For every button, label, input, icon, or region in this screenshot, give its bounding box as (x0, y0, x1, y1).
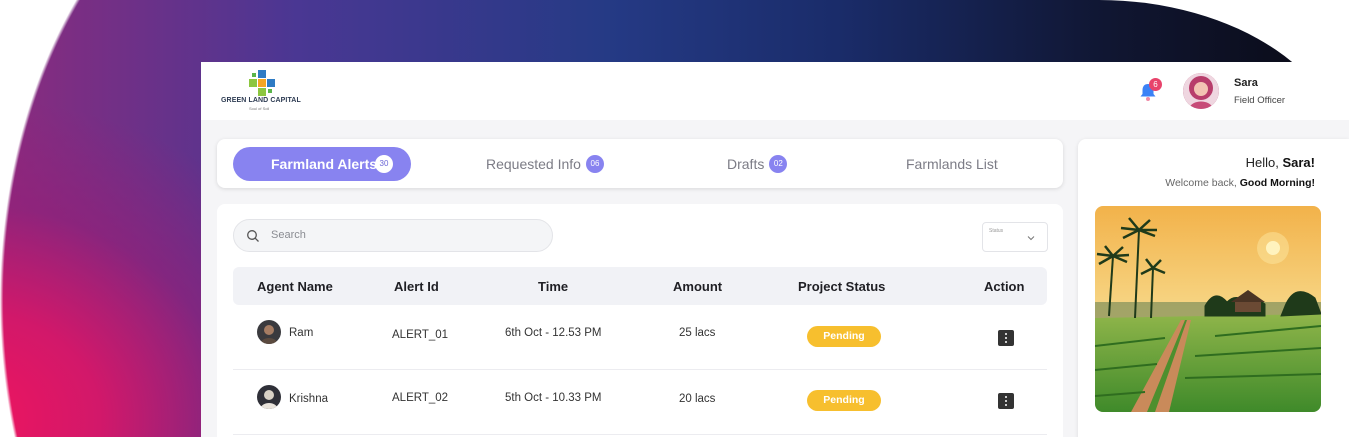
tab-count-badge: 30 (375, 155, 393, 173)
search-input[interactable]: Search (233, 219, 553, 252)
tab-label: Drafts (727, 156, 765, 172)
user-role: Field Officer (1234, 95, 1286, 106)
status-filter-select[interactable]: Status (982, 222, 1048, 252)
greeting-user-name: Sara! (1282, 155, 1315, 170)
farmland-landscape-image (1095, 206, 1321, 412)
brand-name: GREEN LAND CAPITAL (221, 97, 301, 104)
logo-mark-icon (249, 70, 275, 96)
status-badge: Pending (807, 390, 881, 411)
tab-farmlands-list[interactable]: Farmlands List (906, 147, 998, 181)
user-avatar[interactable] (1183, 73, 1219, 109)
alert-time: 6th Oct - 12.53 PM (505, 327, 602, 339)
agent-avatar-image (257, 385, 281, 409)
greeting-card: Hello, Sara! Welcome back, Good Morning! (1078, 139, 1349, 437)
tab-bar: Farmland Alerts 30 Requested Info 06 Dra… (217, 139, 1063, 188)
status-filter-label: Status (989, 228, 1004, 234)
alerts-panel: Search Status Agent Name Alert Id Time A… (217, 204, 1063, 437)
tab-count-badge: 02 (769, 155, 788, 173)
table-row[interactable]: Ram ALERT_01 6th Oct - 12.53 PM 25 lacs … (233, 305, 1047, 370)
agent-avatar (257, 320, 281, 344)
agent-name: Ram (289, 327, 314, 339)
tab-requested-info[interactable]: Requested Info 06 (486, 147, 604, 181)
agent-avatar (257, 385, 281, 409)
user-name: Sara (1234, 77, 1258, 89)
top-bar: GREEN LAND CAPITAL Soul of Soil 6 Sara F… (201, 62, 1349, 120)
alert-id: ALERT_01 (392, 329, 449, 341)
more-actions-icon[interactable] (998, 330, 1014, 346)
app-window: GREEN LAND CAPITAL Soul of Soil 6 Sara F… (201, 62, 1349, 437)
alert-amount: 20 lacs (679, 393, 716, 405)
brand-logo[interactable]: GREEN LAND CAPITAL Soul of Soil (221, 70, 311, 112)
notification-badge: 6 (1149, 78, 1162, 91)
greeting-welcome-text: Welcome back, (1165, 177, 1237, 189)
search-placeholder: Search (271, 229, 306, 241)
greeting-hello-text: Hello, (1245, 155, 1279, 170)
column-header-amount[interactable]: Amount (673, 279, 722, 294)
column-header-alert-id[interactable]: Alert Id (394, 279, 439, 294)
chevron-down-icon (1027, 236, 1035, 241)
column-header-action[interactable]: Action (984, 279, 1024, 294)
tab-label: Requested Info (486, 156, 581, 172)
agent-name: Krishna (289, 393, 328, 405)
tab-drafts[interactable]: Drafts 02 (727, 147, 788, 181)
greeting-welcome: Welcome back, Good Morning! (1165, 177, 1315, 189)
table-header: Agent Name Alert Id Time Amount Project … (233, 267, 1047, 305)
alert-id: ALERT_02 (392, 392, 449, 404)
agent-avatar-image (257, 320, 281, 344)
more-actions-icon[interactable] (998, 393, 1014, 409)
tab-label: Farmlands List (906, 156, 998, 172)
tab-count-badge: 06 (585, 155, 604, 173)
greeting-time-of-day: Good Morning! (1239, 177, 1315, 189)
greeting-hello: Hello, Sara! (1246, 155, 1315, 170)
farmland-illustration (1095, 206, 1321, 412)
table-row[interactable]: Krishna ALERT_02 5th Oct - 10.33 PM 20 l… (233, 370, 1047, 435)
column-header-time[interactable]: Time (538, 279, 568, 294)
brand-tagline: Soul of Soil (249, 106, 270, 111)
column-header-agent-name[interactable]: Agent Name (257, 279, 333, 294)
tab-label: Farmland Alerts (271, 156, 378, 172)
user-avatar-image (1183, 73, 1219, 109)
tab-farmland-alerts[interactable]: Farmland Alerts 30 (233, 147, 411, 181)
column-header-project-status[interactable]: Project Status (798, 279, 885, 294)
status-badge: Pending (807, 326, 881, 347)
search-icon (247, 230, 259, 242)
alert-amount: 25 lacs (679, 327, 716, 339)
alert-time: 5th Oct - 10.33 PM (505, 392, 602, 404)
